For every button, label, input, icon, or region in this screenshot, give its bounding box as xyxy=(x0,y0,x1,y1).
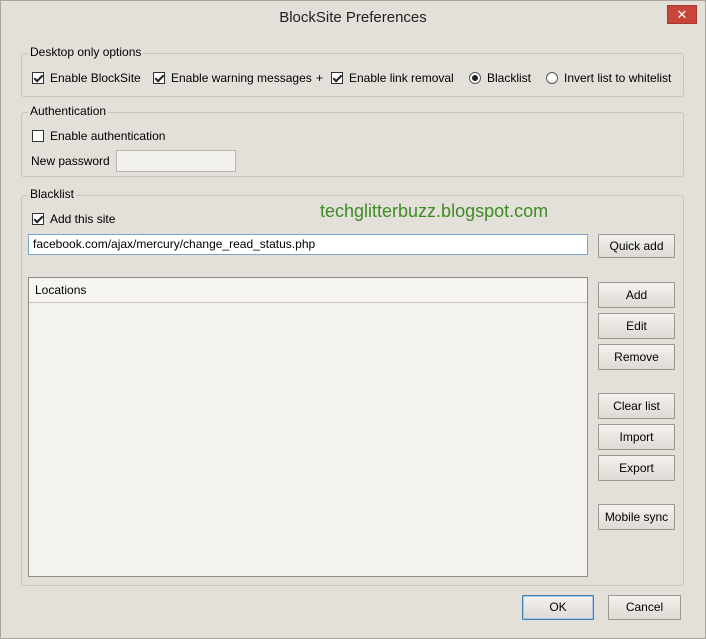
window-title: BlockSite Preferences xyxy=(279,9,427,26)
close-button[interactable]: ✕ xyxy=(667,5,697,24)
enable-blocksite-box[interactable] xyxy=(32,72,44,84)
add-this-site-checkbox[interactable]: Add this site xyxy=(32,212,115,226)
blacklist-radio-dot[interactable] xyxy=(469,72,481,84)
quick-add-button[interactable]: Quick add xyxy=(598,234,675,258)
enable-link-removal-checkbox[interactable]: Enable link removal xyxy=(331,71,454,85)
enable-auth-box[interactable] xyxy=(32,130,44,142)
mobile-sync-button[interactable]: Mobile sync xyxy=(598,504,675,530)
watermark-text: techglitterbuzz.blogspot.com xyxy=(320,201,549,221)
locations-list[interactable]: Locations xyxy=(28,277,588,577)
remove-button[interactable]: Remove xyxy=(598,344,675,370)
new-password-field[interactable] xyxy=(116,150,236,172)
add-this-site-box[interactable] xyxy=(32,213,44,225)
enable-warning-checkbox[interactable]: Enable warning messages xyxy=(153,71,312,85)
whitelist-radio-dot[interactable] xyxy=(546,72,558,84)
plus-sign: + xyxy=(316,71,324,85)
whitelist-radio[interactable]: Invert list to whitelist xyxy=(546,71,671,85)
whitelist-radio-label: Invert list to whitelist xyxy=(564,71,672,85)
enable-auth-checkbox[interactable]: Enable authentication xyxy=(32,129,165,143)
locations-column-header[interactable]: Locations xyxy=(29,278,587,303)
enable-warning-box[interactable] xyxy=(153,72,165,84)
authentication-label: Authentication xyxy=(28,104,109,118)
desktop-options-label: Desktop only options xyxy=(28,45,144,59)
ok-button[interactable]: OK xyxy=(522,595,594,620)
import-button[interactable]: Import xyxy=(598,424,675,450)
blacklist-radio[interactable]: Blacklist xyxy=(469,71,531,85)
blacklist-radio-label: Blacklist xyxy=(487,71,532,85)
add-button[interactable]: Add xyxy=(598,282,675,308)
enable-auth-label: Enable authentication xyxy=(50,129,166,143)
enable-blocksite-checkbox[interactable]: Enable BlockSite xyxy=(32,71,141,85)
edit-button[interactable]: Edit xyxy=(598,313,675,339)
enable-blocksite-label: Enable BlockSite xyxy=(50,71,141,85)
export-button[interactable]: Export xyxy=(598,455,675,481)
enable-warning-label: Enable warning messages xyxy=(171,71,312,85)
clear-list-button[interactable]: Clear list xyxy=(598,393,675,419)
enable-link-removal-box[interactable] xyxy=(331,72,343,84)
close-icon: ✕ xyxy=(676,7,688,22)
blacklist-group-label: Blacklist xyxy=(28,187,77,201)
cancel-button[interactable]: Cancel xyxy=(608,595,681,620)
title-bar: BlockSite Preferences ✕ xyxy=(1,1,705,35)
preferences-window: BlockSite Preferences ✕ Desktop only opt… xyxy=(0,0,706,639)
url-input[interactable]: facebook.com/ajax/mercury/change_read_st… xyxy=(28,234,588,255)
new-password-label: New password xyxy=(31,154,110,168)
enable-link-removal-label: Enable link removal xyxy=(349,71,454,85)
url-input-value: facebook.com/ajax/mercury/change_read_st… xyxy=(33,237,316,251)
add-this-site-label: Add this site xyxy=(50,212,116,226)
